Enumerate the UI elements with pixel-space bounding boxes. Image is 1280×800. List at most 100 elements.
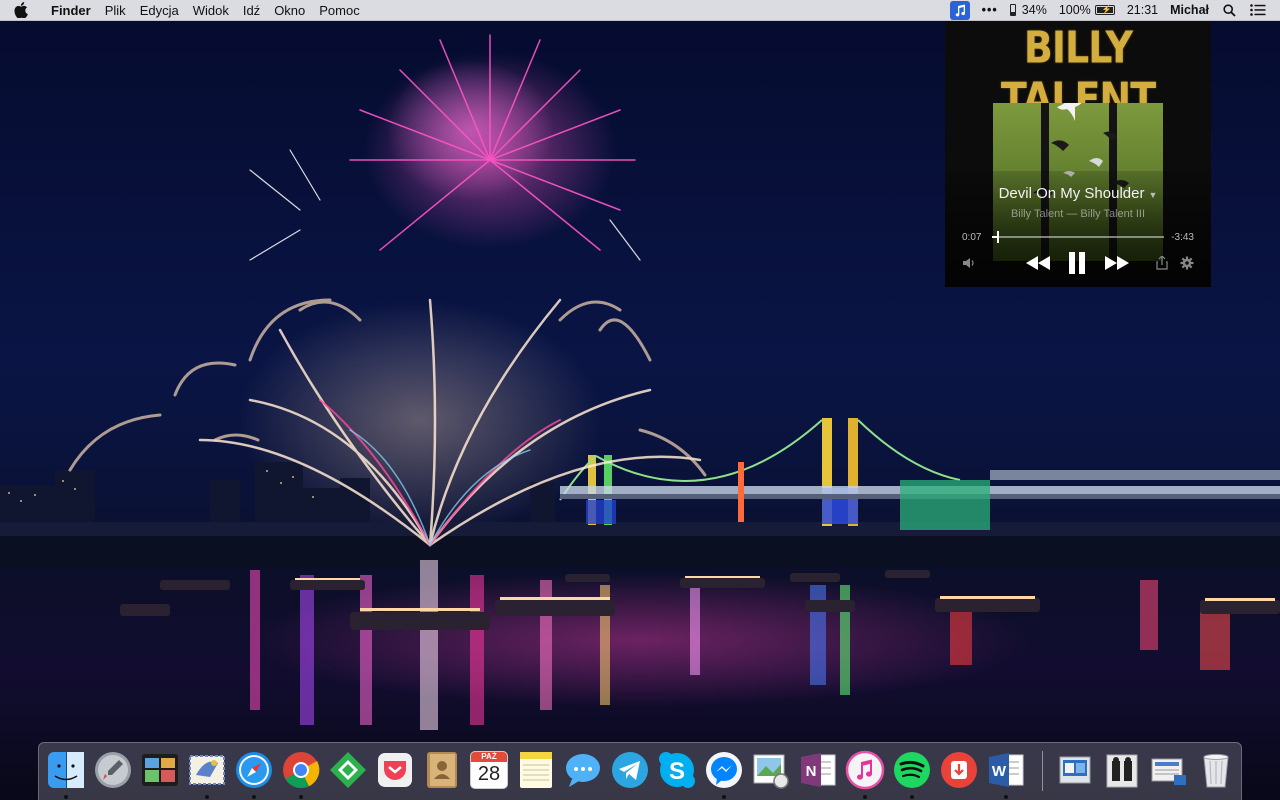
running-indicator (722, 795, 726, 799)
menu-go[interactable]: Idź (236, 0, 267, 21)
rewind-icon[interactable] (1025, 253, 1051, 273)
dock-feedly[interactable] (327, 749, 369, 791)
svg-text:S: S (669, 758, 685, 785)
safari-icon (236, 752, 272, 788)
running-indicator (64, 795, 68, 799)
phone-battery-icon (1009, 4, 1016, 16)
itunes-icon (845, 750, 885, 790)
dock-finder[interactable] (45, 749, 87, 791)
remaining-time: -3:43 (1171, 232, 1194, 243)
messages-icon (566, 754, 600, 787)
running-indicator (252, 795, 256, 799)
stack-screenshots[interactable] (1148, 749, 1190, 791)
dock-notes[interactable] (515, 749, 557, 791)
battery-charging-icon: ⚡ (1094, 5, 1115, 15)
dock-messages[interactable] (562, 749, 604, 791)
mail-icon (189, 755, 225, 785)
menu-bar: Finder Plik Edycja Widok Idź Okno Pomoc … (0, 0, 1280, 21)
spotlight-icon[interactable] (1215, 3, 1244, 17)
dock-preview[interactable] (750, 749, 792, 791)
progress-knob[interactable] (997, 231, 1000, 243)
settings-icon[interactable] (1179, 254, 1195, 272)
share-icon[interactable] (1154, 254, 1170, 272)
word-icon: W (989, 753, 1024, 787)
phone-battery-percent: 34% (1021, 2, 1047, 17)
running-indicator (863, 795, 867, 799)
dock-mission-control[interactable] (139, 749, 181, 791)
menu-app-finder[interactable]: Finder (44, 0, 98, 21)
onenote-icon: N (801, 753, 836, 787)
trash[interactable] (1195, 749, 1237, 791)
dock-mail[interactable] (186, 749, 228, 791)
spotify-icon (894, 752, 930, 788)
chevron-down-icon[interactable]: ▼ (1148, 190, 1157, 200)
mission-control-icon (142, 754, 178, 786)
dock-downloader[interactable] (938, 749, 980, 791)
skype-icon: S (659, 752, 695, 788)
pause-icon[interactable] (1066, 250, 1088, 276)
dock-pocket[interactable] (374, 749, 416, 791)
chrome-icon (283, 752, 320, 789)
elapsed-time: 0:07 (962, 232, 982, 243)
dock-spotify[interactable] (891, 749, 933, 791)
dock-onenote[interactable]: N (797, 749, 839, 791)
calendar-icon: PAŹ 28 (471, 752, 507, 788)
running-indicator (910, 795, 914, 799)
phone-battery-status[interactable]: 34% (1004, 0, 1053, 21)
notification-center-icon[interactable] (1244, 4, 1280, 16)
dock-word[interactable]: W (985, 749, 1027, 791)
progress-slider[interactable] (992, 231, 1164, 243)
messenger-icon (706, 752, 742, 788)
song-title-text: Devil On My Shoulder (998, 185, 1145, 202)
dock-chrome[interactable] (280, 749, 322, 791)
menu-view[interactable]: Widok (186, 0, 236, 21)
running-indicator (1004, 795, 1008, 799)
menu-edit[interactable]: Edycja (133, 0, 186, 21)
dock: PAŹ 28 S N W (38, 742, 1242, 800)
music-note-icon[interactable] (949, 0, 970, 20)
documents-stack-icon (1059, 756, 1091, 784)
stack-documents[interactable] (1054, 749, 1096, 791)
menu-window[interactable]: Okno (267, 0, 312, 21)
battery-percent: 100% (1058, 2, 1091, 17)
song-title[interactable]: Devil On My Shoulder ▼ (945, 185, 1211, 202)
screenshots-stack-icon (1151, 758, 1186, 785)
notes-icon (520, 752, 552, 788)
dock-separator (1042, 751, 1043, 791)
dock-calendar[interactable]: PAŹ 28 (468, 749, 510, 791)
user-menu[interactable]: Michał (1164, 0, 1215, 21)
volume-icon[interactable] (960, 255, 978, 271)
dock-safari[interactable] (233, 749, 275, 791)
menu-file[interactable]: Plik (98, 0, 133, 21)
stack-downloads[interactable] (1101, 749, 1143, 791)
dock-skype[interactable]: S (656, 749, 698, 791)
preview-icon (753, 754, 789, 789)
feedly-icon (330, 752, 366, 788)
calendar-day: 28 (477, 763, 501, 785)
battery-status[interactable]: 100% ⚡ (1053, 0, 1121, 21)
dock-messenger[interactable] (703, 749, 745, 791)
telegram-icon (612, 752, 648, 788)
menu-help[interactable]: Pomoc (312, 0, 366, 21)
dock-itunes[interactable] (844, 749, 886, 791)
running-indicator (299, 795, 303, 799)
clock[interactable]: 21:31 (1121, 0, 1164, 21)
launchpad-icon (95, 752, 131, 788)
trash-icon (1203, 754, 1229, 788)
svg-text:W: W (992, 763, 1007, 780)
svg-text:N: N (806, 763, 817, 780)
dock-contacts[interactable] (421, 749, 463, 791)
calendar-month: PAŹ (471, 752, 507, 762)
fast-forward-icon[interactable] (1104, 253, 1130, 273)
ellipsis-icon[interactable]: ••• (976, 0, 1004, 21)
pocket-icon (378, 753, 412, 787)
apple-logo-icon[interactable] (14, 2, 34, 18)
dock-telegram[interactable] (609, 749, 651, 791)
finder-icon (48, 752, 84, 788)
contacts-icon (427, 752, 457, 788)
downloader-icon (941, 752, 977, 788)
downloads-stack-icon (1106, 754, 1138, 788)
dock-launchpad[interactable] (92, 749, 134, 791)
mini-player-widget: BILLY TALENT Devil On My Shoulder ▼ Billy… (945, 21, 1211, 287)
running-indicator (205, 795, 209, 799)
